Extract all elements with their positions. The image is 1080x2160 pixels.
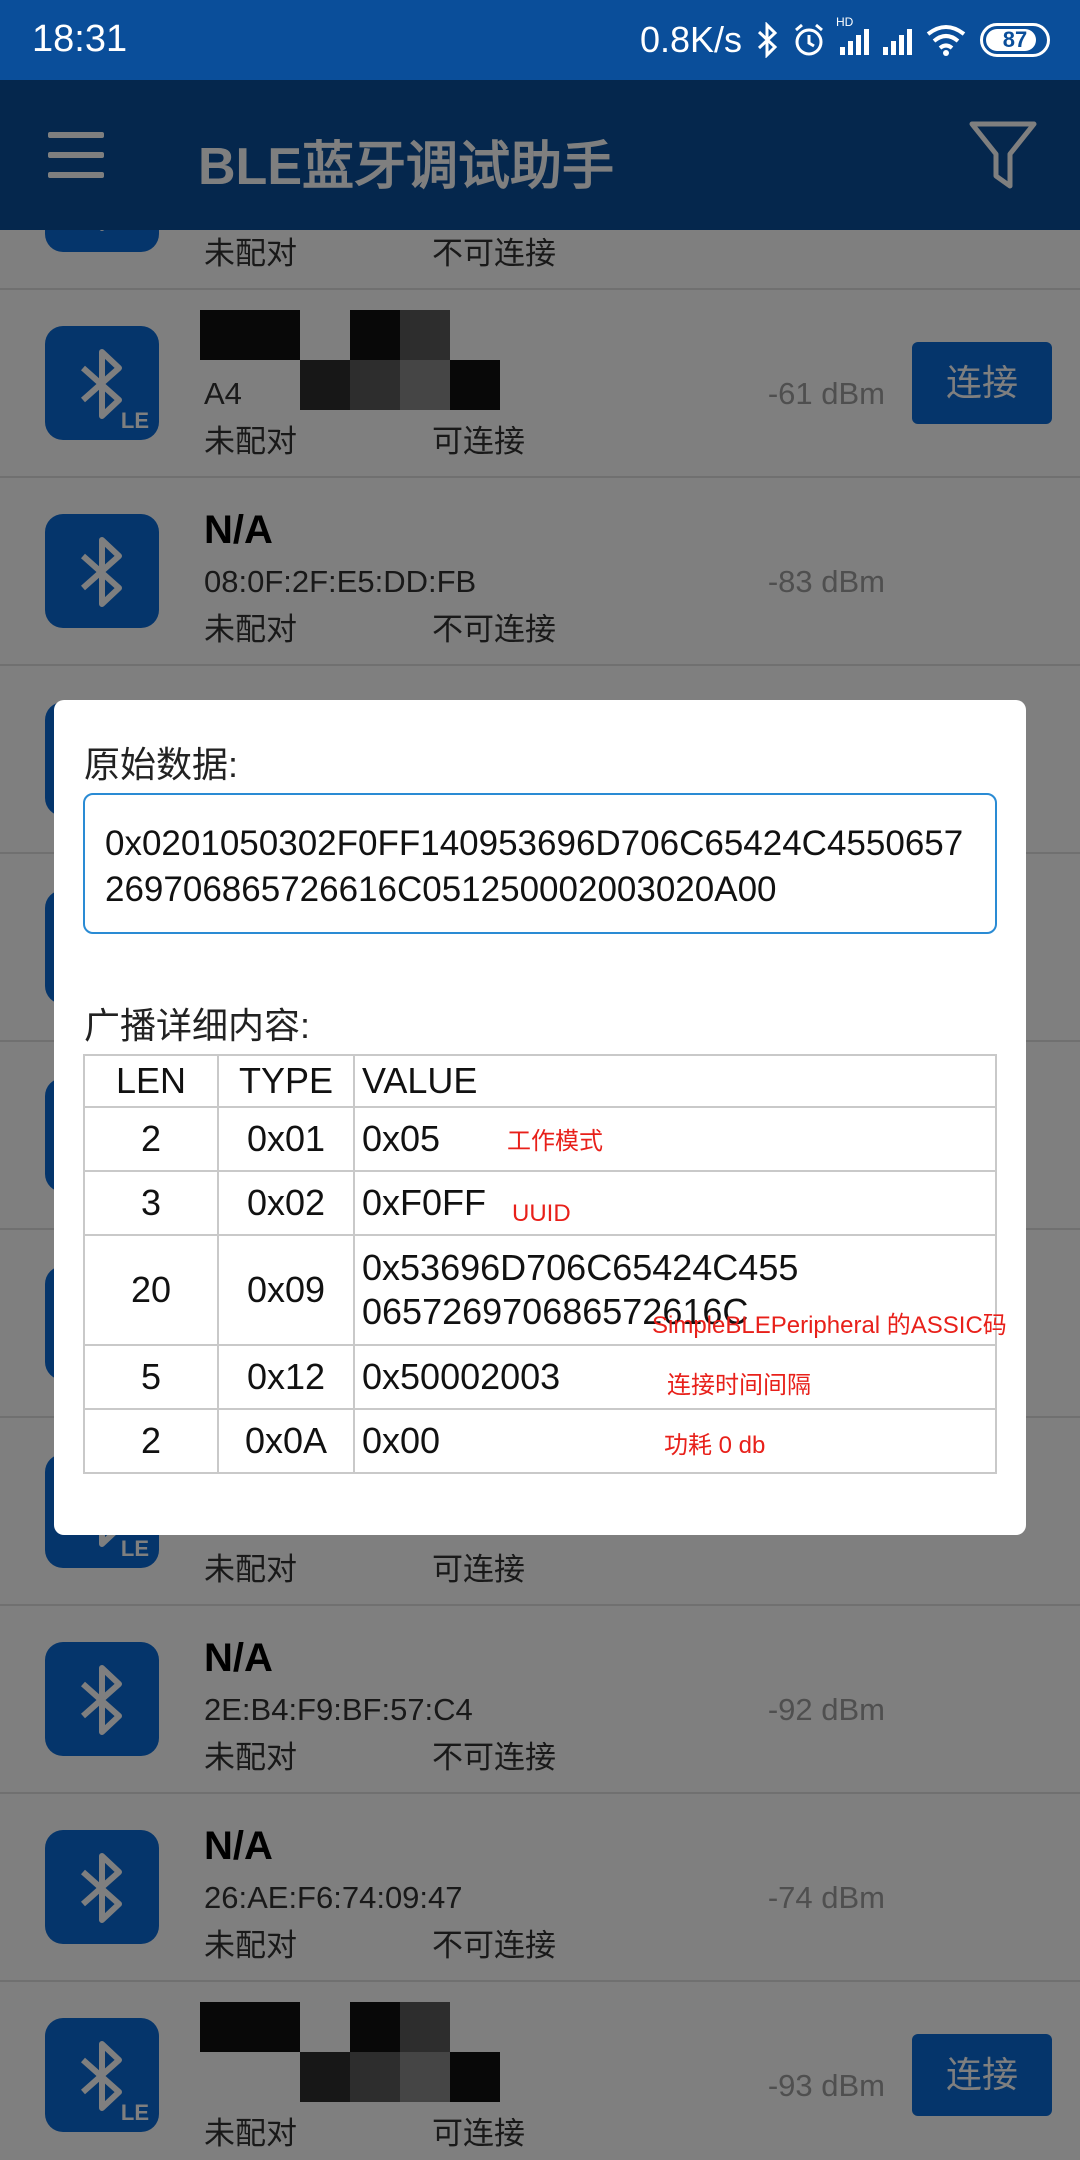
net-speed: 0.8K/s	[639, 19, 742, 60]
cell-len: 3	[83, 1170, 219, 1236]
cell-value-wrap: 0xF0FF UUID	[353, 1170, 997, 1236]
cell-len: 5	[83, 1344, 219, 1410]
header-value: VALUE	[353, 1054, 997, 1108]
annotation-note: 工作模式	[507, 1128, 603, 1155]
cell-value-wrap: 0x53696D706C65424C455065726970686572616C…	[353, 1234, 1007, 1346]
table-row: 20 0x09 0x53696D706C65424C45506572697068…	[83, 1234, 1007, 1346]
battery-icon: 87	[980, 23, 1050, 57]
cell-len: 2	[83, 1106, 219, 1172]
cell-len: 2	[83, 1408, 219, 1474]
cell-value: 0x50002003	[362, 1356, 561, 1397]
raw-data-label: 原始数据:	[84, 744, 239, 785]
advertising-table: LEN TYPE VALUE 2 0x01 0x05 工作模式 3 0x02 0…	[83, 1054, 1007, 1474]
cell-type: 0x02	[217, 1170, 355, 1236]
status-time: 18:31	[32, 18, 128, 60]
table-header-row: LEN TYPE VALUE	[83, 1054, 997, 1108]
annotation-note: 连接时间间隔	[667, 1372, 811, 1399]
annotation-note: 功耗 0 db	[664, 1432, 766, 1459]
header-len: LEN	[83, 1054, 219, 1108]
header-type: TYPE	[217, 1054, 355, 1108]
table-row: 2 0x0A 0x00 功耗 0 db	[83, 1408, 997, 1474]
cell-type: 0x12	[217, 1344, 355, 1410]
signal-icon	[883, 25, 912, 55]
raw-data-value[interactable]: 0x0201050302F0FF140953696D706C65424C4550…	[83, 793, 997, 934]
cell-type: 0x09	[217, 1234, 355, 1346]
cell-type: 0x0A	[217, 1408, 355, 1474]
cell-len: 20	[83, 1234, 219, 1346]
bluetooth-icon	[757, 22, 778, 58]
cell-value-wrap: 0x05 工作模式	[353, 1106, 997, 1172]
cell-value-wrap: 0x50002003 连接时间间隔	[353, 1344, 997, 1410]
advertising-data-dialog: 原始数据: 0x0201050302F0FF140953696D706C6542…	[54, 700, 1026, 1535]
cell-value: 0x00	[362, 1420, 441, 1461]
detail-label: 广播详细内容:	[84, 1005, 311, 1046]
cell-type: 0x01	[217, 1106, 355, 1172]
alarm-icon	[795, 23, 823, 56]
cell-value: 0xF0FF	[362, 1182, 487, 1223]
annotation-note: UUID	[512, 1200, 571, 1227]
wifi-icon	[926, 25, 966, 56]
table-row: 3 0x02 0xF0FF UUID	[83, 1170, 997, 1236]
table-row: 2 0x01 0x05 工作模式	[83, 1106, 997, 1172]
status-bar: 18:31 0.8K/s HD 87	[0, 0, 1080, 80]
cell-value-wrap: 0x00 功耗 0 db	[353, 1408, 997, 1474]
cell-value: 0x05	[362, 1118, 441, 1159]
hd-signal-icon: HD	[836, 15, 869, 55]
status-icons: 0.8K/s HD 87	[639, 15, 1050, 64]
annotation-note: SimpleBLEPeripheral 的ASSIC码	[652, 1312, 1007, 1339]
table-row: 5 0x12 0x50002003 连接时间间隔	[83, 1344, 997, 1410]
